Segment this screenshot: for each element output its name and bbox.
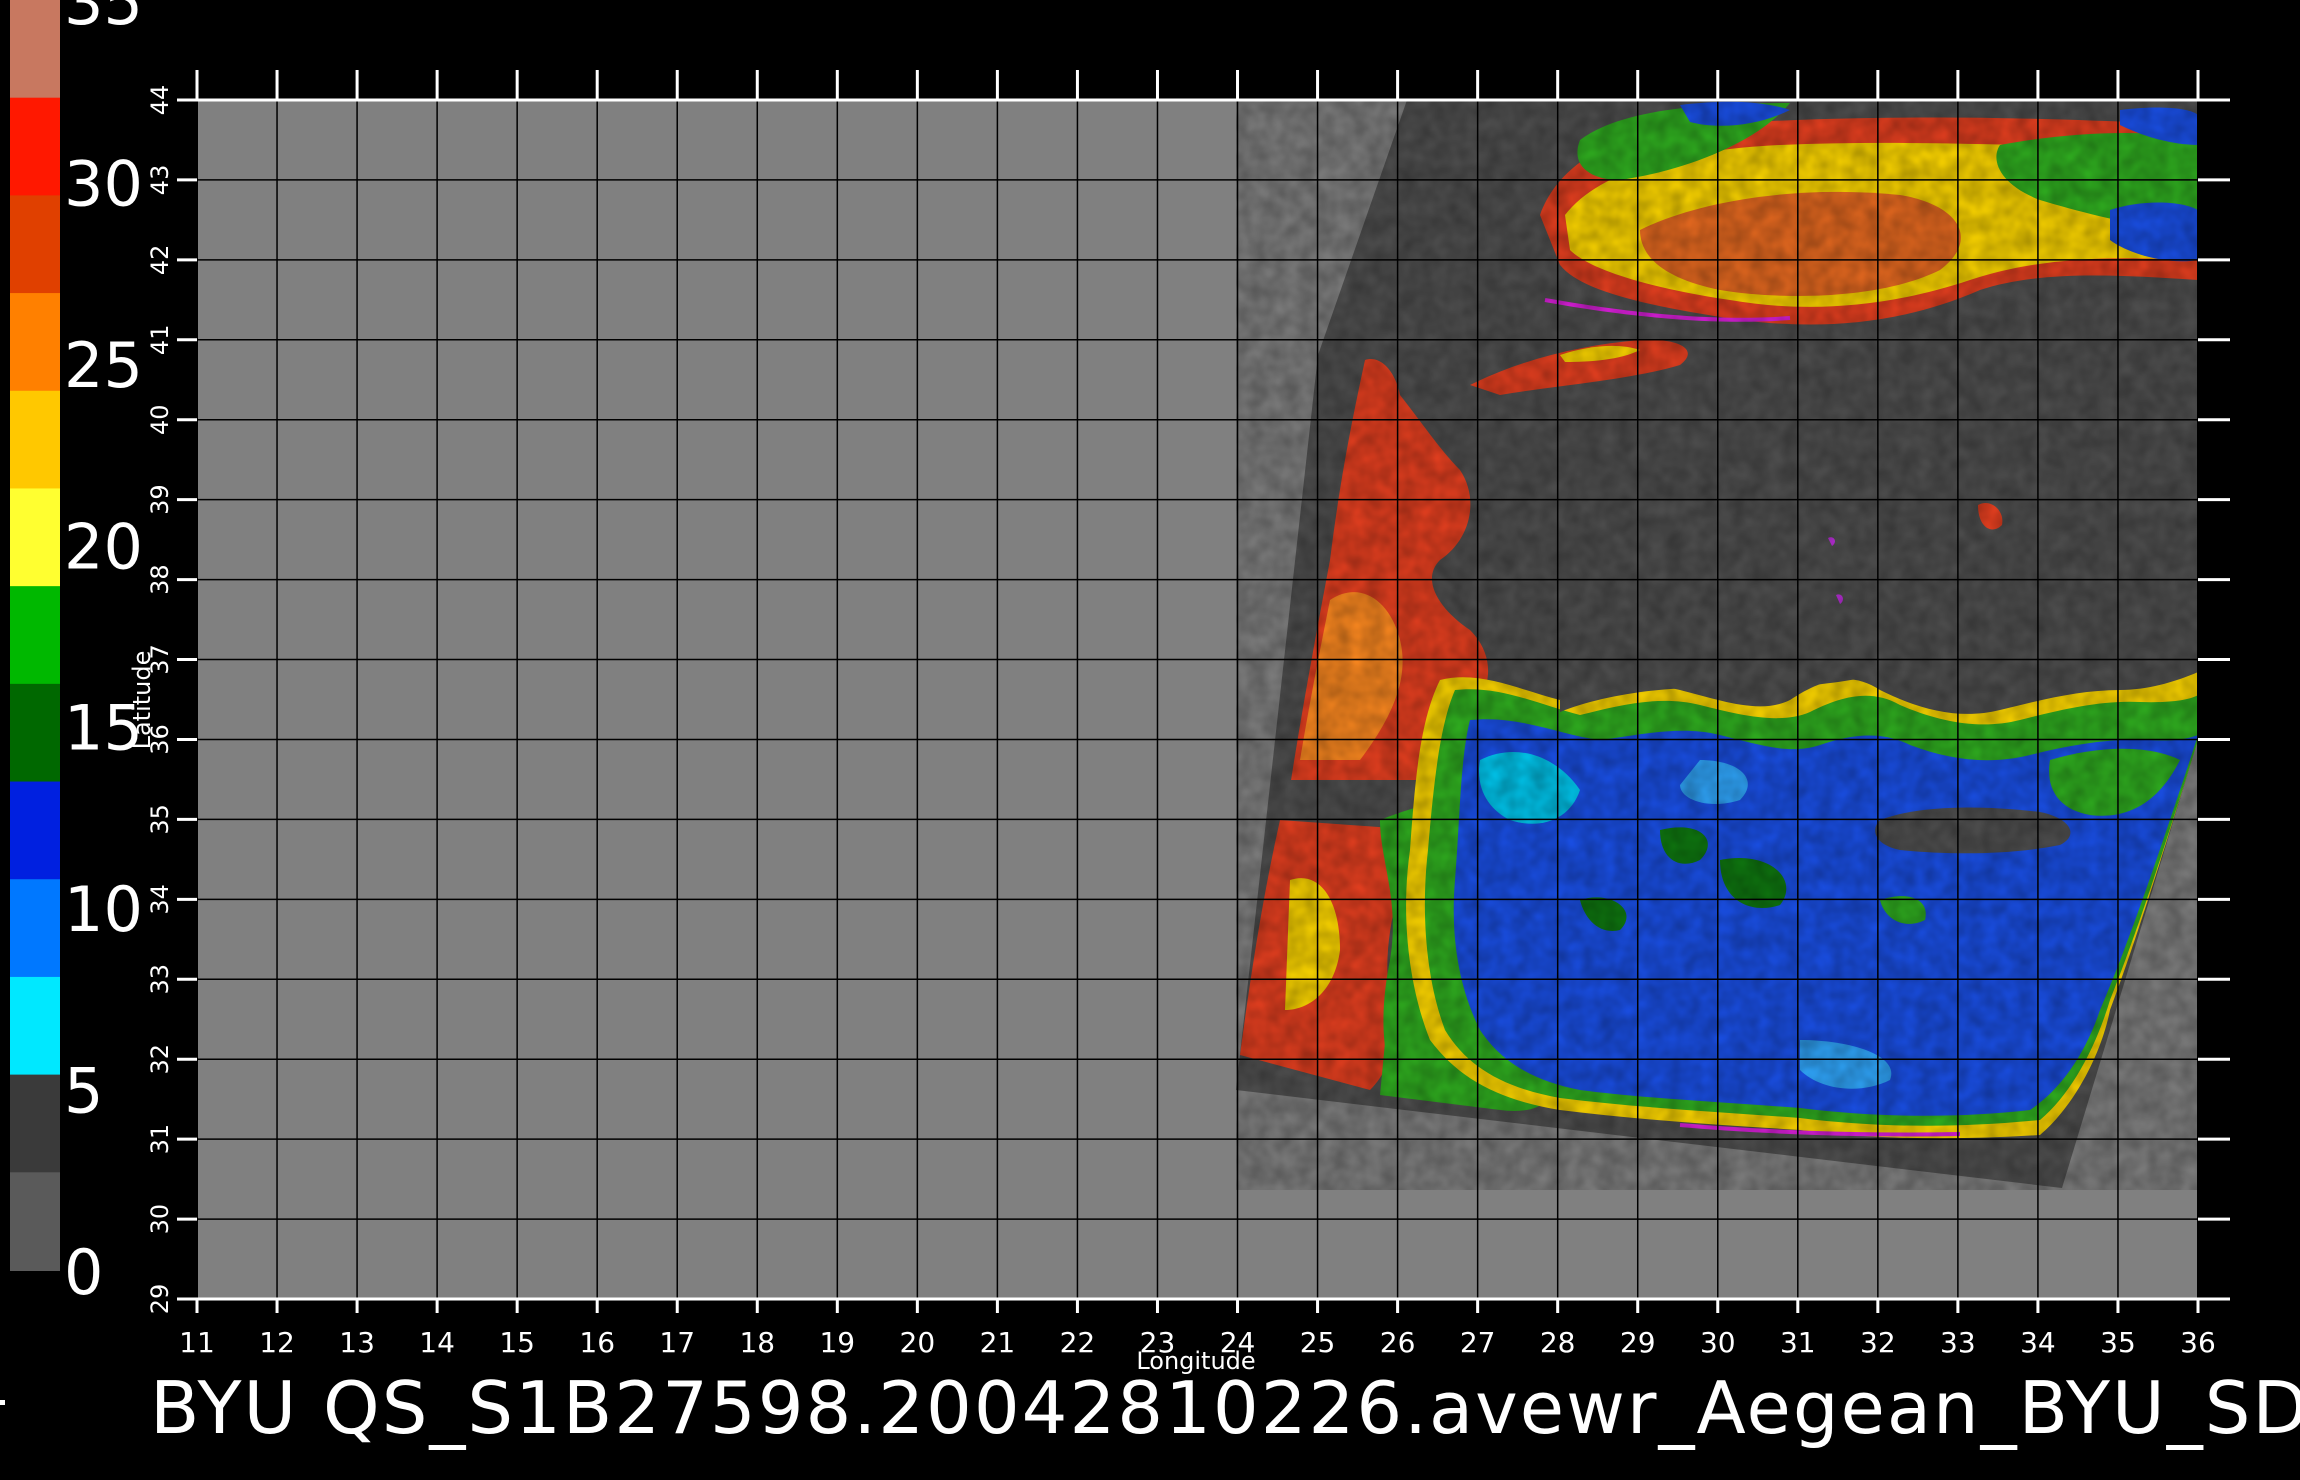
longitude-tick-label: 34 — [2020, 1326, 2056, 1359]
wind-speed-map-figure: 0 5 10 15 20 25 30 35 11 12 13 14 15 16 17 18 1… — [10, 0, 2230, 1375]
longitude-tick-label: 15 — [499, 1326, 535, 1359]
colorbar-segment — [10, 97, 60, 197]
longitude-tick-label: 29 — [1620, 1326, 1656, 1359]
latitude-tick-label: 29 — [146, 1284, 174, 1315]
colorbar-segment — [10, 781, 60, 881]
colorbar-segment — [10, 390, 60, 490]
colorbar-segment — [10, 488, 60, 588]
latitude-tick-label: 32 — [146, 1044, 174, 1075]
longitude-tick-label: 13 — [339, 1326, 375, 1359]
colorbar-label: 30 — [64, 147, 143, 220]
longitude-tick-label: 22 — [1060, 1326, 1096, 1359]
longitude-tick-label: 12 — [259, 1326, 295, 1359]
latitude-tick-label: 38 — [146, 564, 174, 595]
colorbar-segment — [10, 683, 60, 783]
latitude-tick-label: 42 — [146, 245, 174, 276]
longitude-tick-label: 17 — [659, 1326, 695, 1359]
longitude-tick-label: 14 — [419, 1326, 455, 1359]
latitude-tick-label: 33 — [146, 964, 174, 995]
latitude-tick-label: 31 — [146, 1124, 174, 1155]
product-caption: BYU QS_S1B27598.20042810226.avewr_Aegean… — [150, 1366, 2300, 1450]
colorbar-segment — [10, 195, 60, 295]
colorbar-label: 0 — [64, 1236, 103, 1309]
longitude-tick-label: 25 — [1300, 1326, 1336, 1359]
colorbar-segment — [10, 976, 60, 1076]
colorbar-segment — [10, 0, 60, 99]
latitude-tick-label: 40 — [146, 404, 174, 435]
latitude-tick-label: 35 — [146, 804, 174, 835]
wind-speed-field — [1236, 100, 2198, 1190]
latitude-tick-label: 34 — [146, 884, 174, 915]
longitude-tick-label: 11 — [179, 1326, 215, 1359]
colorbar-label: 10 — [64, 873, 143, 946]
colorbar-label: 20 — [64, 510, 143, 583]
longitude-tick-label: 36 — [2180, 1326, 2216, 1359]
colorbar-segment — [10, 1172, 60, 1271]
longitude-tick-label: 33 — [1940, 1326, 1976, 1359]
colorbar-segment — [10, 586, 60, 685]
longitude-tick-label: 27 — [1460, 1326, 1496, 1359]
colorbar-label: 35 — [64, 0, 143, 39]
longitude-tick-label: 21 — [980, 1326, 1016, 1359]
latitude-tick-label: 43 — [146, 165, 174, 196]
colorbar-segment — [10, 293, 60, 392]
longitude-tick-label: 35 — [2100, 1326, 2136, 1359]
latitude-tick-label: 39 — [146, 484, 174, 515]
longitude-tick-label: 19 — [819, 1326, 855, 1359]
colorbar-segment — [10, 879, 60, 978]
longitude-tick-label: 31 — [1780, 1326, 1816, 1359]
latitude-tick-label: 41 — [146, 325, 174, 356]
longitude-tick-label: 32 — [1860, 1326, 1896, 1359]
longitude-tick-label: 18 — [739, 1326, 775, 1359]
colorbar-segment — [10, 1074, 60, 1174]
longitude-tick-label: 20 — [900, 1326, 936, 1359]
latitude-tick-label: 44 — [146, 85, 174, 116]
latitude-tick-label: 30 — [146, 1204, 174, 1235]
longitude-tick-label: 30 — [1700, 1326, 1736, 1359]
y-axis-label: Latitude — [128, 651, 156, 750]
longitude-tick-label: 16 — [579, 1326, 615, 1359]
colorbar — [10, 0, 60, 1271]
longitude-tick-label: 26 — [1380, 1326, 1416, 1359]
longitude-tick-label: 28 — [1540, 1326, 1576, 1359]
edge-marker — [0, 1400, 5, 1405]
colorbar-label: 25 — [64, 329, 143, 402]
colorbar-label: 5 — [64, 1055, 103, 1128]
